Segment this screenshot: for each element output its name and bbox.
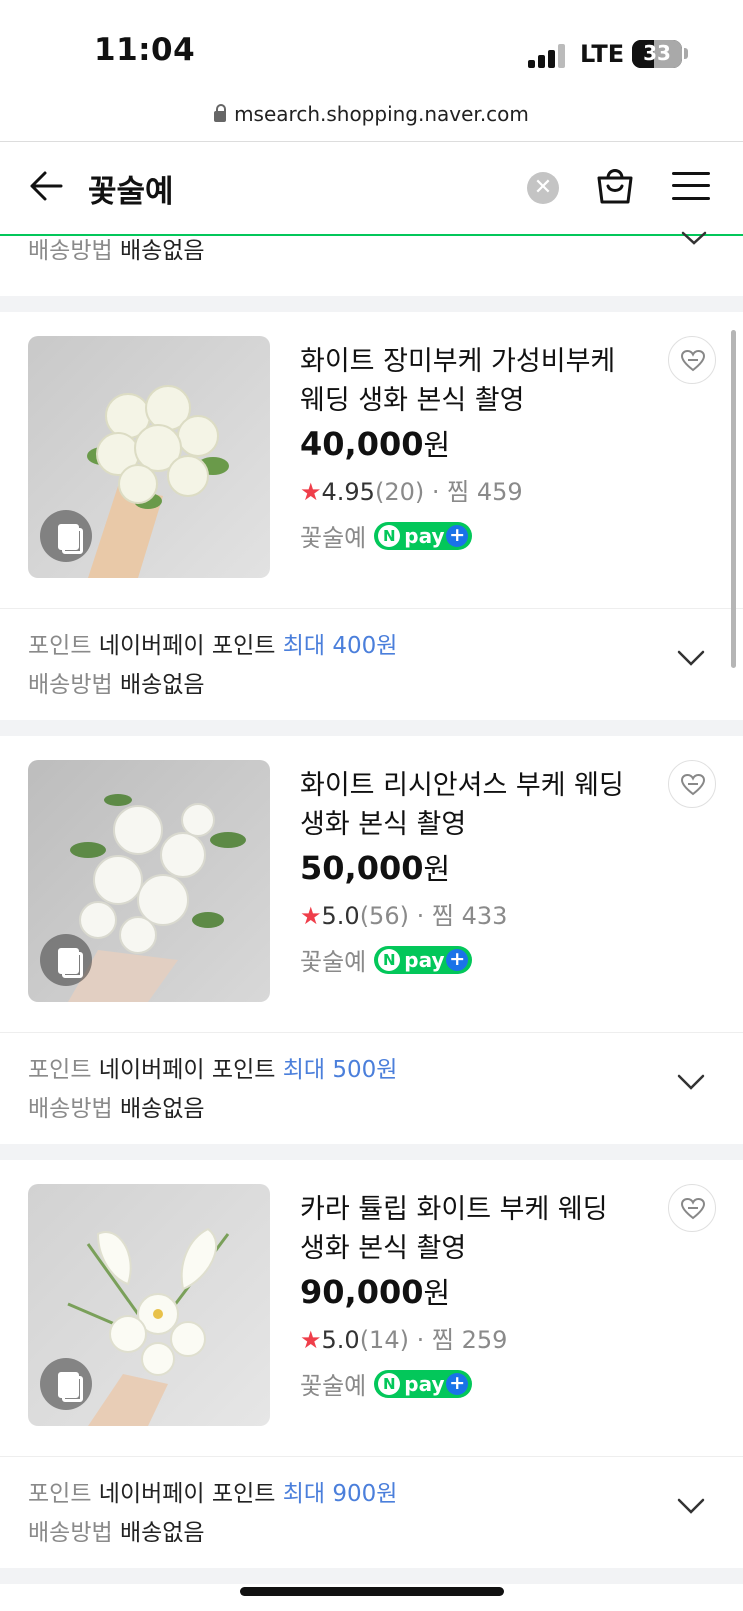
wishlist-heart-icon[interactable] bbox=[668, 760, 716, 808]
multi-image-icon bbox=[40, 1358, 92, 1410]
star-icon: ★ bbox=[300, 478, 322, 506]
url-text: msearch.shopping.naver.com bbox=[234, 102, 529, 126]
rating-row: ★4.95(20) · 찜 459 bbox=[300, 478, 523, 506]
search-header: 꽃술예 ✕ bbox=[0, 142, 743, 234]
shopping-bag-icon[interactable] bbox=[594, 164, 636, 206]
chevron-down-icon[interactable] bbox=[680, 230, 708, 250]
product-card[interactable]: 화이트 리시안셔스 부케 웨딩 생화 본식 촬영 50,000원 ★5.0(56… bbox=[0, 736, 743, 1144]
network-type: LTE bbox=[580, 40, 625, 68]
seller-row: 꽃술예 Npay + bbox=[300, 942, 473, 977]
star-icon: ★ bbox=[300, 1326, 322, 1354]
product-card[interactable]: 화이트 장미부케 가성비부케 웨딩 생화 본식 촬영 40,000원 ★4.95… bbox=[0, 312, 743, 720]
prev-item-info: 배송방법 배송없음 bbox=[0, 231, 743, 296]
product-price: 50,000원 bbox=[300, 849, 451, 887]
section-gap bbox=[0, 1144, 743, 1160]
url-bar[interactable]: msearch.shopping.naver.com bbox=[0, 102, 743, 126]
product-card[interactable]: 카라 튤립 화이트 부케 웨딩 생화 본식 촬영 90,000원 ★5.0(14… bbox=[0, 1160, 743, 1568]
shipping-label: 배송방법 bbox=[28, 238, 113, 264]
chevron-down-icon[interactable] bbox=[676, 1073, 706, 1095]
section-gap bbox=[0, 720, 743, 736]
seller-row: 꽃술예 Npay + bbox=[300, 518, 473, 553]
wishlist-heart-icon[interactable] bbox=[668, 336, 716, 384]
battery-level: 33 bbox=[643, 41, 671, 65]
star-icon: ★ bbox=[300, 902, 322, 930]
product-price: 40,000원 bbox=[300, 425, 451, 463]
npay-plus-badge: Npay + bbox=[374, 522, 473, 550]
lock-icon bbox=[214, 104, 227, 122]
battery-icon: 33 bbox=[632, 40, 682, 68]
seller-name[interactable]: 꽃술예 bbox=[300, 524, 366, 552]
product-name[interactable]: 카라 튤립 화이트 부케 웨딩 생화 본식 촬영 bbox=[300, 1190, 630, 1268]
product-name[interactable]: 화이트 장미부케 가성비부케 웨딩 생화 본식 촬영 bbox=[300, 342, 630, 420]
scrollbar[interactable] bbox=[731, 330, 736, 668]
section-gap bbox=[0, 1568, 743, 1584]
seller-name[interactable]: 꽃술예 bbox=[300, 948, 366, 976]
product-name[interactable]: 화이트 리시안셔스 부케 웨딩 생화 본식 촬영 bbox=[300, 766, 630, 844]
product-image[interactable] bbox=[28, 760, 270, 1002]
signal-icon bbox=[528, 44, 566, 68]
npay-plus-badge: Npay + bbox=[374, 946, 473, 974]
seller-row: 꽃술예 Npay + bbox=[300, 1366, 473, 1401]
menu-icon[interactable] bbox=[672, 170, 710, 202]
back-arrow-icon[interactable] bbox=[28, 168, 64, 204]
product-info-row[interactable]: 포인트 네이버페이 포인트 최대 400원 배송방법 배송없음 bbox=[0, 608, 743, 720]
multi-image-icon bbox=[40, 934, 92, 986]
rating-row: ★5.0(14) · 찜 259 bbox=[300, 1326, 508, 1354]
multi-image-icon bbox=[40, 510, 92, 562]
npay-plus-badge: Npay + bbox=[374, 1370, 473, 1398]
product-price: 90,000원 bbox=[300, 1273, 451, 1311]
search-query[interactable]: 꽃술예 bbox=[88, 166, 174, 211]
status-bar: 11:04 LTE 33 msearch.shopping.naver.com bbox=[0, 0, 743, 126]
chevron-down-icon[interactable] bbox=[676, 1497, 706, 1519]
seller-name[interactable]: 꽃술예 bbox=[300, 1372, 366, 1400]
product-info-row[interactable]: 포인트 네이버페이 포인트 최대 500원 배송방법 배송없음 bbox=[0, 1032, 743, 1144]
section-gap bbox=[0, 296, 743, 312]
clear-search-icon[interactable]: ✕ bbox=[527, 172, 559, 204]
rating-row: ★5.0(56) · 찜 433 bbox=[300, 902, 508, 930]
home-indicator[interactable] bbox=[240, 1587, 504, 1596]
chevron-down-icon[interactable] bbox=[676, 649, 706, 671]
clock: 11:04 bbox=[94, 32, 196, 68]
product-image[interactable] bbox=[28, 1184, 270, 1426]
product-info-row[interactable]: 포인트 네이버페이 포인트 최대 900원 배송방법 배송없음 bbox=[0, 1456, 743, 1568]
battery-tip bbox=[684, 48, 688, 59]
shipping-value: 배송없음 bbox=[119, 238, 205, 264]
wishlist-heart-icon[interactable] bbox=[668, 1184, 716, 1232]
product-image[interactable] bbox=[28, 336, 270, 578]
